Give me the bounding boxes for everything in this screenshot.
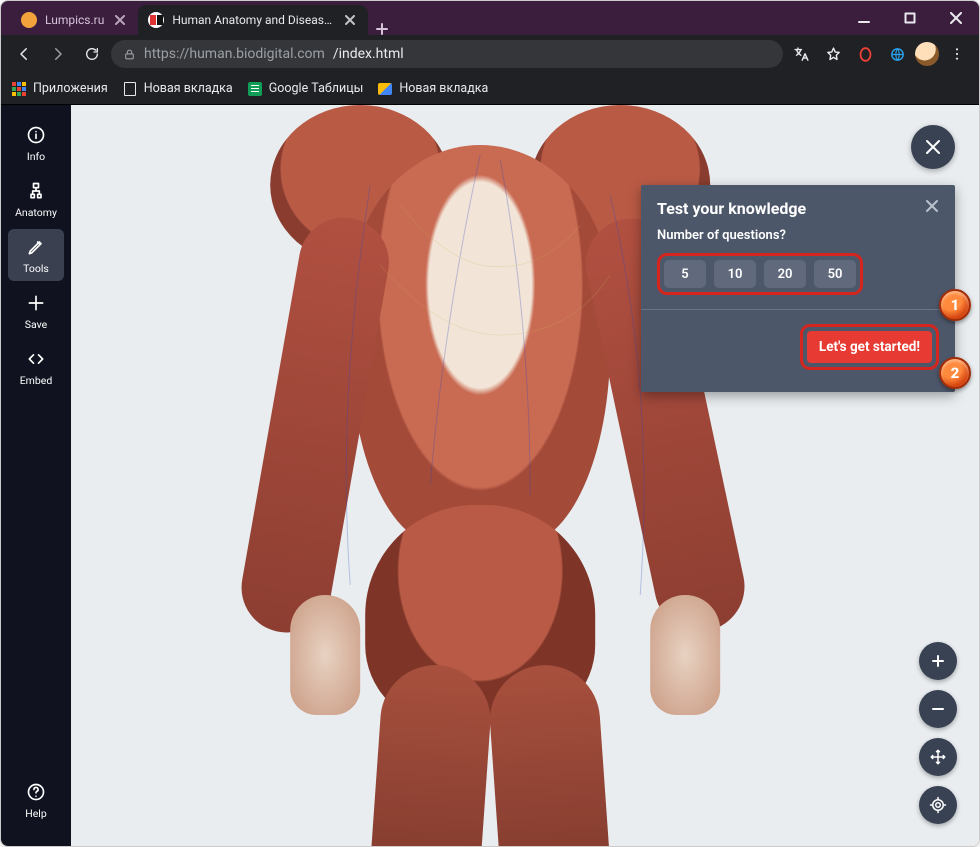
- start-button[interactable]: Let's get started!: [807, 331, 932, 363]
- callout-badge-1: 1: [939, 289, 971, 321]
- bookmark-apps[interactable]: Приложения: [11, 81, 108, 97]
- menu-icon[interactable]: [943, 40, 971, 68]
- url-path: /index.html: [333, 46, 404, 62]
- recenter-button[interactable]: [919, 786, 957, 824]
- start-button-highlight: Let's get started!: [800, 324, 939, 370]
- titlebar: Lumpics.ru Human Anatomy and Disease in: [1, 1, 979, 35]
- sidebar-item-anatomy[interactable]: Anatomy: [8, 173, 64, 225]
- tab-strip: Lumpics.ru Human Anatomy and Disease in: [1, 1, 841, 35]
- question-count-label: Number of questions?: [657, 228, 939, 243]
- bookmark-label: Новая вкладка: [399, 81, 488, 96]
- bookmark-label: Приложения: [33, 81, 108, 96]
- callout-badge-2: 2: [939, 357, 971, 389]
- url-host: https://human.biodigital.com: [144, 46, 325, 62]
- favicon-human: [148, 12, 164, 28]
- translate-icon[interactable]: [787, 40, 815, 68]
- panel-title: Test your knowledge: [657, 199, 806, 218]
- view-controls: [919, 642, 957, 824]
- bookmark-newtab2[interactable]: Новая вкладка: [377, 81, 488, 97]
- maximize-button[interactable]: [887, 1, 933, 35]
- divider: [641, 309, 955, 310]
- doc-icon: [122, 81, 138, 97]
- apps-icon: [11, 81, 27, 97]
- close-icon[interactable]: [112, 12, 128, 28]
- sidebar-item-label: Help: [25, 807, 47, 820]
- pencil-icon: [25, 236, 47, 258]
- browser-window: Lumpics.ru Human Anatomy and Disease in: [0, 0, 980, 847]
- close-icon[interactable]: [342, 12, 358, 28]
- code-icon: [25, 348, 47, 370]
- bookmarks-bar: Приложения Новая вкладка Google Таблицы …: [1, 73, 979, 105]
- sidebar-item-help[interactable]: Help: [8, 774, 64, 826]
- sidebar-item-info[interactable]: Info: [8, 117, 64, 169]
- sidebar-item-tools[interactable]: Tools: [8, 229, 64, 281]
- question-count-options: 5 10 20 50: [657, 253, 863, 295]
- app-sidebar: Info Anatomy Tools Save Embed Help: [1, 105, 71, 846]
- sidebar-item-save[interactable]: Save: [8, 285, 64, 337]
- reload-button[interactable]: [77, 39, 107, 69]
- help-icon: [25, 781, 47, 803]
- sidebar-item-label: Tools: [23, 262, 49, 275]
- bookmark-google-sheets[interactable]: Google Таблицы: [247, 81, 364, 97]
- option-5[interactable]: 5: [664, 260, 706, 288]
- info-icon: [25, 124, 47, 146]
- close-button[interactable]: [933, 1, 979, 35]
- sheets-icon: [247, 81, 263, 97]
- option-50[interactable]: 50: [814, 260, 856, 288]
- tab-title: Lumpics.ru: [45, 13, 104, 27]
- profile-avatar[interactable]: [915, 42, 939, 66]
- bookmark-newtab1[interactable]: Новая вкладка: [122, 81, 233, 97]
- star-icon[interactable]: [819, 40, 847, 68]
- close-icon[interactable]: [925, 199, 939, 213]
- plus-icon: [25, 292, 47, 314]
- sidebar-item-label: Save: [25, 318, 47, 331]
- quiz-panel: Test your knowledge Number of questions?…: [641, 185, 955, 392]
- tab-human-anatomy[interactable]: Human Anatomy and Disease in: [138, 5, 368, 35]
- sidebar-item-label: Info: [27, 150, 45, 163]
- sidebar-item-embed[interactable]: Embed: [8, 341, 64, 393]
- option-10[interactable]: 10: [714, 260, 756, 288]
- opera-ext-icon[interactable]: [851, 40, 879, 68]
- zoom-in-button[interactable]: [919, 642, 957, 680]
- forward-button[interactable]: [43, 39, 73, 69]
- zoom-out-button[interactable]: [919, 690, 957, 728]
- window-controls: [841, 1, 979, 35]
- minimize-button[interactable]: [841, 1, 887, 35]
- close-panel-button[interactable]: [911, 125, 955, 169]
- lock-icon: [123, 48, 136, 61]
- tab-title: Human Anatomy and Disease in: [172, 13, 334, 27]
- sidebar-item-label: Anatomy: [15, 206, 57, 219]
- tab-lumpics[interactable]: Lumpics.ru: [11, 5, 138, 35]
- bookmark-label: Новая вкладка: [144, 81, 233, 96]
- favicon-lumpics: [21, 12, 37, 28]
- pan-button[interactable]: [919, 738, 957, 776]
- omnibox[interactable]: https://human.biodigital.com/index.html: [111, 40, 783, 68]
- anatomy-icon: [25, 180, 47, 202]
- anatomy-viewer[interactable]: Test your knowledge Number of questions?…: [71, 105, 979, 846]
- bookmark-label: Google Таблицы: [269, 81, 364, 96]
- new-tab-button[interactable]: [368, 23, 396, 35]
- picture-icon: [377, 81, 393, 97]
- globe-ext-icon[interactable]: [883, 40, 911, 68]
- option-20[interactable]: 20: [764, 260, 806, 288]
- back-button[interactable]: [9, 39, 39, 69]
- address-bar: https://human.biodigital.com/index.html: [1, 35, 979, 73]
- app-content: Info Anatomy Tools Save Embed Help: [1, 105, 979, 846]
- sidebar-item-label: Embed: [20, 374, 53, 387]
